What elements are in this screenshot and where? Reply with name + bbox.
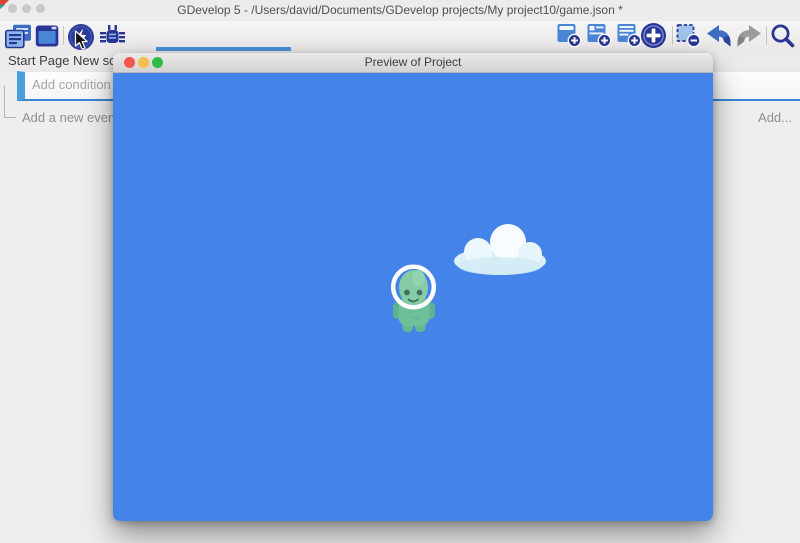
preview-window-title: Preview of Project [113,53,713,72]
active-tab-indicator [156,47,291,51]
alien-character[interactable] [388,259,440,334]
event-tree-connector [4,117,16,118]
project-manager-icon [5,24,33,49]
cloud [451,223,551,277]
remove-event-button[interactable] [676,23,702,53]
gdevelop-app: GDevelop 5 - /Users/david/Documents/GDev… [0,0,800,543]
redo-button[interactable] [735,24,763,53]
add-new-event-button[interactable]: Add a new event [22,110,119,125]
project-manager-button[interactable] [5,24,33,54]
scene-editor-icon [35,24,60,48]
toolbar [0,21,800,50]
toolbar-separator [766,26,767,45]
undo-button[interactable] [705,24,733,53]
debugger-button[interactable] [99,23,126,54]
preview-window-titlebar[interactable]: Preview of Project [113,53,713,73]
add-external-layout-icon [587,23,612,48]
search-icon [770,23,795,48]
game-preview-canvas[interactable] [113,73,713,521]
scene-editor-button[interactable] [35,24,60,53]
undo-icon [705,24,733,48]
add-external-events-button[interactable] [617,23,642,53]
add-external-events-icon [617,23,642,48]
toolbar-separator [63,26,64,45]
mouse-cursor [74,30,89,51]
redo-icon [735,24,763,48]
search-button[interactable] [770,23,795,53]
debugger-icon [99,23,126,49]
add-scene-button[interactable] [557,23,582,53]
add-event-icon [640,22,667,49]
add-more-button[interactable]: Add... [758,110,792,125]
add-external-layout-button[interactable] [587,23,612,53]
main-window-titlebar[interactable]: GDevelop 5 - /Users/david/Documents/GDev… [0,0,800,22]
main-window-title: GDevelop 5 - /Users/david/Documents/GDev… [0,0,800,21]
remove-event-icon [676,23,702,48]
add-event-button[interactable] [640,22,667,54]
add-condition-link[interactable]: Add condition [25,72,111,98]
preview-window[interactable]: Preview of Project [113,53,713,521]
toolbar-separator [672,26,673,45]
add-scene-icon [557,23,582,48]
event-tree-connector [4,86,5,118]
